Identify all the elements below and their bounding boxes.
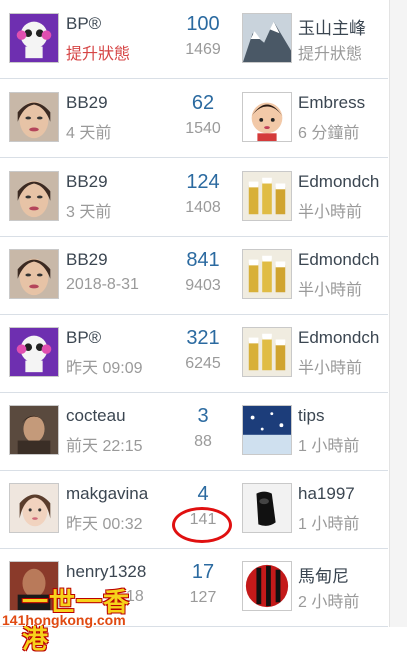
last-post-time: 1 小時前	[298, 438, 360, 455]
reply-count: 4	[197, 483, 209, 505]
last-poster-name[interactable]: Edmondch	[298, 172, 379, 192]
post-time: 前天 22:15	[66, 438, 143, 455]
panda-avatar[interactable]	[9, 327, 59, 377]
reply-count: 17	[191, 561, 215, 583]
thread-row: BB29 2018-8-31 841 9403 Edmondch 半小時前	[0, 236, 388, 315]
thread-row: BP® 昨天 09:09 321 6245 Edmondch 半小時前	[0, 314, 388, 393]
highlight-circle	[172, 507, 232, 543]
cartoon-girl-avatar[interactable]	[242, 92, 292, 142]
view-count: 6245	[185, 355, 221, 372]
poster-name[interactable]: BB29	[66, 172, 108, 192]
shoe-avatar[interactable]	[242, 483, 292, 533]
thread-row: BB29 4 天前 62 1540 Embress 6 分鐘前	[0, 79, 388, 158]
poster-name[interactable]: makgavina	[66, 484, 148, 504]
post-time: 4 天前	[66, 125, 112, 142]
view-count: 1469	[185, 41, 221, 58]
reply-count: 321	[186, 327, 220, 349]
view-count: 1408	[185, 199, 221, 216]
scrollbar-track[interactable]	[389, 0, 407, 627]
reply-count: 124	[186, 171, 220, 193]
beer-avatar[interactable]	[242, 327, 292, 377]
panda-avatar[interactable]	[9, 13, 59, 63]
thread-row: BB29 3 天前 124 1408 Edmondch 半小時前	[0, 158, 388, 237]
view-count: 88	[194, 433, 212, 450]
last-post-time: 2 小時前	[298, 594, 360, 611]
reply-count: 62	[191, 92, 215, 114]
thread-row: cocteau 前天 22:15 3 88 tips 1 小時前	[0, 392, 388, 471]
view-count: 127	[189, 589, 217, 606]
woman-avatar[interactable]	[9, 171, 59, 221]
last-poster-name[interactable]: 馬甸尼	[298, 562, 349, 587]
last-poster-name[interactable]: tips	[298, 406, 324, 426]
poster-name[interactable]: henry1328	[66, 562, 146, 582]
reply-count: 841	[186, 249, 220, 271]
post-time: 昨天 09:09	[66, 360, 143, 377]
poster-name[interactable]: BP®	[66, 328, 101, 348]
last-poster-name[interactable]: Edmondch	[298, 328, 379, 348]
post-time: 3 天前	[66, 204, 112, 221]
poster-name[interactable]: cocteau	[66, 406, 126, 426]
last-poster-name[interactable]: ha1997	[298, 484, 355, 504]
view-count: 1540	[185, 120, 221, 137]
last-post-time: 提升狀態	[298, 46, 363, 63]
last-poster-name[interactable]: 玉山主峰	[298, 14, 366, 39]
last-post-time: 6 分鐘前	[298, 125, 360, 142]
reply-count: 3	[197, 405, 209, 427]
poster-name[interactable]: BB29	[66, 250, 108, 270]
post-time: 昨天 00:32	[66, 516, 143, 533]
beer-avatar[interactable]	[242, 171, 292, 221]
milan-avatar[interactable]	[242, 561, 292, 611]
last-post-time: 1 小時前	[298, 516, 360, 533]
last-post-time: 半小時前	[298, 204, 363, 221]
last-post-time: 半小時前	[298, 282, 363, 299]
poster-name[interactable]: BB29	[66, 93, 108, 113]
woman-avatar[interactable]	[9, 249, 59, 299]
beer-avatar[interactable]	[242, 249, 292, 299]
watermark: 一世一香港 141hongkong.com	[0, 582, 150, 654]
thread-row: BP® 提升狀態 100 1469 玉山主峰 提升狀態	[0, 0, 388, 79]
last-poster-name[interactable]: Edmondch	[298, 250, 379, 270]
last-post-time: 半小時前	[298, 360, 363, 377]
woman-avatar[interactable]	[9, 92, 59, 142]
snow-avatar[interactable]	[242, 405, 292, 455]
poster-name[interactable]: BP®	[66, 14, 101, 34]
reply-count: 100	[186, 13, 220, 35]
view-count: 9403	[185, 277, 221, 294]
post-time: 2018-8-31	[66, 276, 139, 293]
last-poster-name[interactable]: Embress	[298, 93, 365, 113]
mountain-avatar[interactable]	[242, 13, 292, 63]
man-avatar[interactable]	[9, 405, 59, 455]
girl-avatar[interactable]	[9, 483, 59, 533]
watermark-url: 141hongkong.com	[2, 612, 126, 628]
post-time: 提升狀態	[66, 46, 131, 63]
